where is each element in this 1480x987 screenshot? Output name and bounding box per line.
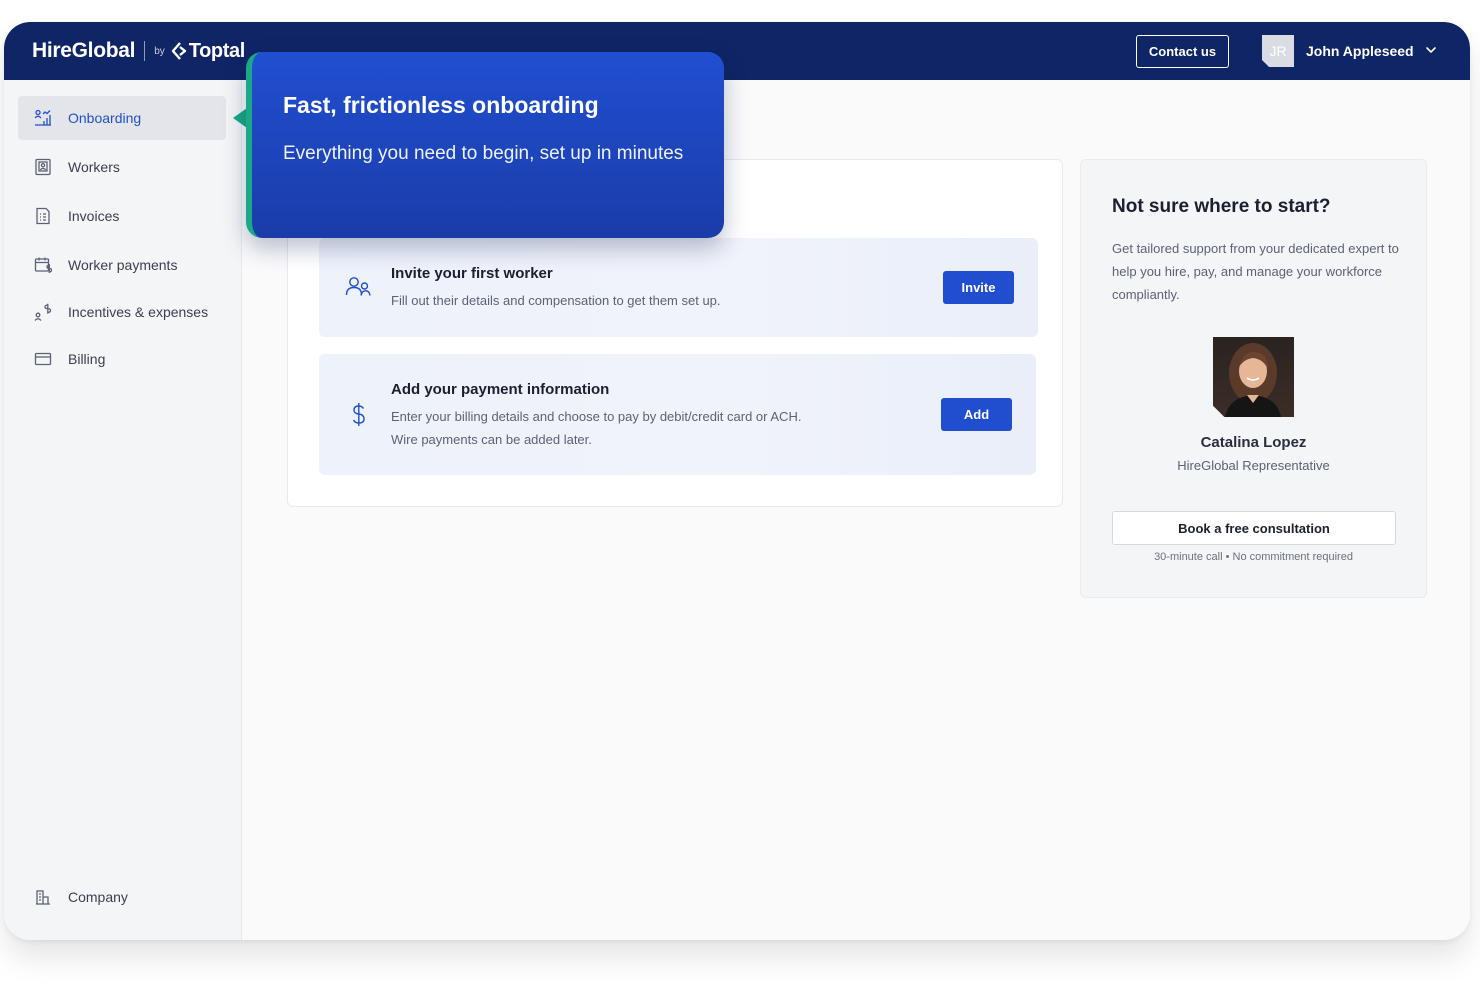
sidebar-item-label: Company — [68, 889, 128, 905]
consultation-note: 30-minute call • No commitment required — [1154, 551, 1353, 563]
chevron-down-icon[interactable] — [1424, 43, 1438, 57]
sidebar-item-workers[interactable]: Workers — [18, 145, 226, 189]
top-navigation-bar: HireGlobal by Toptal Contact us JR John … — [4, 22, 1470, 80]
invoice-document-icon — [34, 207, 52, 225]
brand-name: HireGlobal — [32, 39, 136, 62]
sidebar-item-company[interactable]: Company — [18, 875, 226, 919]
by-label: by — [154, 45, 165, 57]
support-description: Get tailored support from your dedicated… — [1112, 241, 1399, 302]
toptal-name: Toptal — [188, 39, 246, 62]
app-window: HireGlobal by Toptal Contact us JR John … — [4, 22, 1470, 940]
payment-info-task: Add your payment information Enter your … — [319, 354, 1036, 475]
representative-portrait-icon — [1225, 343, 1281, 417]
task-title: Invite your first worker — [391, 265, 553, 282]
sidebar-item-invoices[interactable]: Invoices — [18, 194, 226, 238]
credit-card-icon — [34, 350, 52, 368]
book-consultation-button[interactable]: Book a free consultation — [1112, 511, 1396, 545]
representative-name: Catalina Lopez — [1200, 434, 1307, 451]
sidebar-item-label: Onboarding — [68, 110, 142, 126]
task-description-line: Wire payments can be added later. — [391, 432, 592, 447]
task-description: Fill out their details and compensation … — [391, 293, 721, 308]
building-icon — [34, 888, 52, 906]
add-payment-button[interactable]: Add — [941, 398, 1012, 431]
representative-role: HireGlobal Representative — [1177, 458, 1330, 473]
workers-id-icon — [34, 158, 52, 176]
task-description: Enter your billing details and choose to… — [391, 405, 801, 451]
contact-us-button[interactable]: Contact us — [1136, 35, 1229, 68]
support-title: Not sure where to start? — [1112, 196, 1331, 217]
logo-divider — [144, 41, 146, 61]
sidebar-item-label: Workers — [68, 159, 120, 175]
sidebar-item-incentives-expenses[interactable]: Incentives & expenses — [18, 290, 226, 334]
task-title: Add your payment information — [391, 381, 610, 398]
calendar-dollar-icon — [34, 256, 52, 274]
invite-users-icon — [345, 277, 371, 296]
sidebar-item-onboarding[interactable]: Onboarding — [18, 96, 226, 140]
person-dollar-icon — [34, 303, 52, 321]
sidebar-item-worker-payments[interactable]: Worker payments — [18, 243, 226, 287]
task-description-line: Enter your billing details and choose to… — [391, 409, 802, 424]
onboarding-chart-icon — [34, 109, 52, 127]
dollar-icon — [352, 403, 365, 426]
sidebar-item-label: Worker payments — [68, 257, 178, 273]
support-card: Not sure where to start? Get tailored su… — [1080, 159, 1427, 598]
sidebar-item-label: Billing — [68, 351, 106, 367]
invite-button[interactable]: Invite — [943, 271, 1014, 304]
tooltip-title: Fast, frictionless onboarding — [283, 92, 599, 118]
user-name[interactable]: John Appleseed — [1306, 43, 1414, 59]
invite-worker-task: Invite your first worker Fill out their … — [319, 238, 1038, 337]
user-avatar[interactable]: JR — [1262, 35, 1294, 67]
sidebar-item-label: Incentives & expenses — [68, 304, 209, 320]
tooltip-pointer — [233, 108, 247, 128]
hireglobal-logo[interactable]: HireGlobal by Toptal — [32, 39, 245, 63]
toptal-logo: Toptal — [171, 40, 245, 63]
sidebar: Onboarding Workers Invoices Worker payme… — [4, 80, 242, 940]
sidebar-item-label: Invoices — [68, 208, 120, 224]
representative-photo — [1213, 337, 1294, 417]
toptal-mark-icon — [171, 42, 186, 60]
sidebar-item-billing[interactable]: Billing — [18, 337, 226, 381]
onboarding-tooltip: Fast, frictionless onboarding Everything… — [246, 52, 724, 238]
tooltip-body: Everything you need to begin, set up in … — [283, 143, 684, 164]
